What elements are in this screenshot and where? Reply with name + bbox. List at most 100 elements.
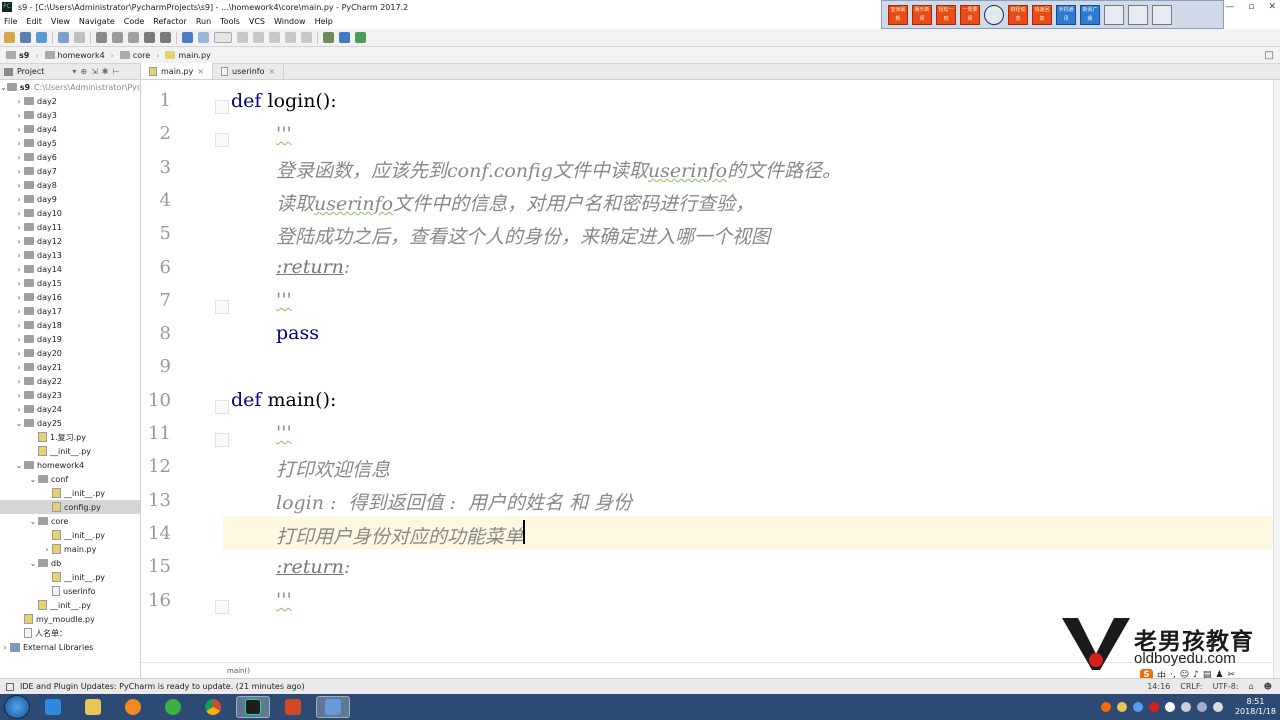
editor-tab[interactable]: main.py × — [141, 63, 214, 79]
open-folder-icon[interactable] — [4, 32, 15, 43]
tree-item[interactable]: __init__.py — [0, 444, 140, 458]
tray-folder-icon[interactable] — [1116, 702, 1127, 712]
tree-item[interactable]: › day6 — [0, 150, 140, 164]
chevron-down-icon[interactable]: ⌄ — [28, 517, 38, 526]
tree-item[interactable]: › day2 — [0, 94, 140, 108]
breadcrumb-core[interactable]: core — [119, 51, 150, 60]
chevron-right-icon[interactable]: › — [14, 265, 24, 274]
menu-item[interactable]: Refactor — [153, 17, 187, 26]
chevron-right-icon[interactable]: › — [14, 251, 24, 260]
taskbar-powerpoint[interactable] — [276, 696, 310, 718]
redo-icon[interactable] — [74, 32, 85, 43]
chevron-right-icon[interactable]: › — [14, 139, 24, 148]
tree-item[interactable]: › day8 — [0, 178, 140, 192]
breadcrumb-file[interactable]: main.py — [165, 51, 211, 60]
code-line-5[interactable]: 登陆成功之后，查看这个人的身份，来确定进入哪一个视图 — [276, 222, 770, 249]
chevron-down-icon[interactable]: ⌄ — [28, 559, 38, 568]
close-icon[interactable]: × — [197, 67, 204, 76]
chevron-down-icon[interactable]: ⌄ — [14, 419, 24, 428]
caret-position[interactable]: 14:16 — [1147, 682, 1170, 691]
event-log-icon[interactable]: ☻ — [1264, 682, 1272, 691]
error-stripe[interactable] — [1273, 80, 1280, 678]
forward-icon[interactable] — [198, 32, 209, 43]
chevron-right-icon[interactable]: › — [14, 237, 24, 246]
menu-item[interactable]: Help — [315, 17, 333, 26]
tool-windows-toggle-icon[interactable] — [6, 682, 14, 691]
cut-icon[interactable] — [96, 32, 107, 43]
tray-record-icon[interactable] — [1148, 702, 1159, 712]
chevron-right-icon[interactable]: › — [14, 195, 24, 204]
tree-item[interactable]: 人名单： — [0, 626, 140, 640]
code-editor[interactable]: 1 2 3 4 5 6 7 8 9 10 11 12 13 14 15 16 def login(): '''… — [141, 80, 1273, 662]
tree-root-s9[interactable]: ⌄ s9 C:\Users\Administrator\PycharmProje… — [0, 80, 140, 94]
taskbar-ie[interactable] — [36, 696, 70, 718]
breadcrumb-homework4[interactable]: homework4 — [44, 51, 105, 60]
tree-item[interactable]: › day14 — [0, 262, 140, 276]
scroll-from-source-icon[interactable]: ⊕ — [80, 67, 87, 76]
code-line-10[interactable]: def main(): — [231, 389, 336, 411]
menu-item[interactable]: Window — [274, 17, 306, 26]
tree-item[interactable]: my_moudle.py — [0, 612, 140, 626]
chevron-right-icon[interactable]: › — [14, 125, 24, 134]
code-line-14[interactable]: 打印用户身份对应的功能菜单 — [276, 522, 523, 549]
chevron-right-icon[interactable]: › — [14, 111, 24, 120]
fold-marker-icon[interactable] — [215, 399, 229, 414]
sync-icon[interactable] — [36, 32, 47, 43]
notebook-icon[interactable] — [1152, 4, 1172, 25]
chevron-right-icon[interactable]: › — [14, 321, 24, 330]
chevron-right-icon[interactable]: › — [14, 223, 24, 232]
tree-item[interactable]: › day11 — [0, 220, 140, 234]
tree-item[interactable]: __init__.py — [0, 486, 140, 500]
chevron-down-icon[interactable]: ⌄ — [28, 475, 38, 484]
code-line-11[interactable]: ''' — [276, 422, 292, 444]
tree-item[interactable]: › day24 — [0, 402, 140, 416]
chevron-right-icon[interactable]: › — [14, 349, 24, 358]
status-message[interactable]: IDE and Plugin Updates: PyCharm is ready… — [20, 682, 305, 691]
tree-item[interactable]: › day22 — [0, 374, 140, 388]
tray-sogou-icon[interactable] — [1100, 702, 1111, 712]
tree-item[interactable]: › day4 — [0, 122, 140, 136]
close-button[interactable]: ✕ — [1268, 2, 1276, 12]
menu-item[interactable]: File — [4, 17, 17, 26]
breadcrumb-project[interactable]: s9 — [6, 51, 29, 60]
tree-item[interactable]: › main.py — [0, 542, 140, 556]
undo-icon[interactable] — [58, 32, 69, 43]
tree-item[interactable]: › day23 — [0, 388, 140, 402]
line-separator[interactable]: CRLF: — [1180, 682, 1202, 691]
chevron-right-icon[interactable]: › — [14, 181, 24, 190]
chevron-right-icon[interactable]: › — [42, 545, 52, 554]
taskbar-media[interactable] — [116, 696, 150, 718]
debug-icon[interactable] — [253, 32, 264, 43]
chevron-right-icon[interactable]: › — [14, 167, 24, 176]
code-line-6[interactable]: :return: — [276, 256, 350, 278]
tray-flag-icon[interactable] — [1180, 702, 1191, 712]
tree-item[interactable]: › day3 — [0, 108, 140, 122]
chevron-right-icon[interactable]: › — [14, 293, 24, 302]
tree-item[interactable]: › day13 — [0, 248, 140, 262]
chevron-right-icon[interactable]: › — [14, 307, 24, 316]
tree-item[interactable]: › day19 — [0, 332, 140, 346]
tree-item[interactable]: ⌄ core — [0, 514, 140, 528]
taskbar-window[interactable] — [316, 696, 350, 718]
fold-marker-icon[interactable] — [215, 299, 229, 314]
chevron-down-icon[interactable]: ⌄ — [0, 83, 7, 92]
chevron-right-icon[interactable]: › — [14, 153, 24, 162]
chevron-right-icon[interactable]: › — [14, 391, 24, 400]
chevron-right-icon[interactable]: › — [14, 363, 24, 372]
tree-item[interactable]: ⌄ day25 — [0, 416, 140, 430]
tree-item[interactable]: › day9 — [0, 192, 140, 206]
code-line-7[interactable]: ''' — [276, 289, 292, 311]
tree-item[interactable]: ⌄ homework4 — [0, 458, 140, 472]
tree-item[interactable]: › External Libraries — [0, 640, 140, 654]
file-encoding[interactable]: UTF-8: — [1213, 682, 1239, 691]
chevron-right-icon[interactable]: › — [14, 97, 24, 106]
floating-tool-button[interactable]: 轻松一刻 — [936, 4, 956, 25]
tree-item[interactable]: config.py — [0, 500, 140, 514]
run-config-dropdown[interactable] — [214, 32, 232, 43]
stop-icon[interactable] — [301, 32, 312, 43]
tree-item[interactable]: __init__.py — [0, 598, 140, 612]
tree-item[interactable]: › day20 — [0, 346, 140, 360]
menu-item[interactable]: VCS — [249, 17, 265, 26]
tray-volume-icon[interactable] — [1212, 702, 1223, 712]
chevron-down-icon[interactable]: ⌄ — [14, 461, 24, 470]
